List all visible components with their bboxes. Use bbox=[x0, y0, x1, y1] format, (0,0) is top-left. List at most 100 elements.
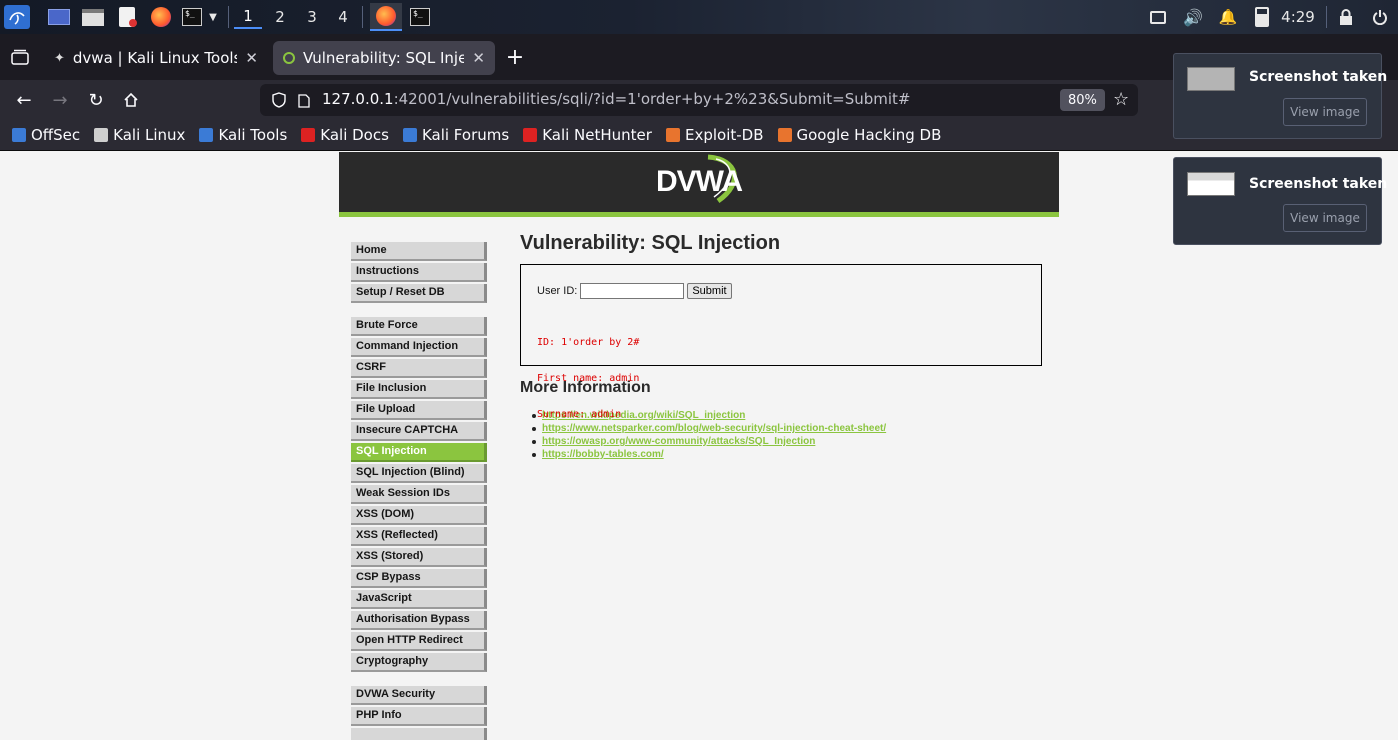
workspace-4[interactable]: 4 bbox=[329, 5, 357, 29]
screenshot-thumbnail bbox=[1187, 67, 1235, 91]
display-icon[interactable] bbox=[1146, 5, 1170, 29]
bookmark-favicon-icon bbox=[301, 128, 316, 142]
kali-menu-icon[interactable] bbox=[4, 5, 30, 29]
menu-divider bbox=[351, 674, 487, 686]
file-manager-icon[interactable] bbox=[80, 5, 106, 29]
bookmark-item[interactable]: Kali Forums bbox=[402, 126, 509, 144]
sidebar-item-instructions[interactable]: Instructions bbox=[351, 263, 487, 282]
text-editor-icon[interactable] bbox=[114, 5, 140, 29]
sidebar-item-xss-dom[interactable]: XSS (DOM) bbox=[351, 506, 487, 525]
sidebar-item-sql-injection-blind[interactable]: SQL Injection (Blind) bbox=[351, 464, 487, 483]
chevron-down-icon[interactable]: ▼ bbox=[206, 5, 220, 29]
bookmark-favicon-icon bbox=[94, 128, 109, 142]
sidebar-item-command-injection[interactable]: Command Injection bbox=[351, 338, 487, 357]
bookmark-item[interactable]: Kali Tools bbox=[199, 126, 287, 144]
list-item: https://bobby-tables.com/ bbox=[532, 448, 1045, 461]
logo-text: DVWA bbox=[656, 165, 743, 198]
bookmark-label: OffSec bbox=[31, 126, 81, 144]
sidebar-item-authorisation-bypass[interactable]: Authorisation Bypass bbox=[351, 611, 487, 630]
page-info-icon[interactable] bbox=[298, 93, 310, 112]
new-tab-plus-icon[interactable]: + bbox=[503, 45, 527, 70]
sidebar-item-dvwa-security[interactable]: DVWA Security bbox=[351, 686, 487, 705]
bookmark-label: Kali Tools bbox=[218, 126, 288, 144]
shield-icon[interactable] bbox=[272, 92, 286, 112]
sidebar-item-setup-reset-db[interactable]: Setup / Reset DB bbox=[351, 284, 487, 303]
url-path: :42001/vulnerabilities/sqli/?id=1'order+… bbox=[393, 90, 911, 108]
sidebar-item-file-inclusion[interactable]: File Inclusion bbox=[351, 380, 487, 399]
url-text[interactable]: 127.0.0.1:42001/vulnerabilities/sqli/?id… bbox=[322, 90, 911, 108]
terminal-window-icon[interactable]: $_ bbox=[406, 5, 434, 29]
bookmark-item[interactable]: Exploit-DB bbox=[665, 126, 764, 144]
bookmark-favicon-icon bbox=[523, 128, 538, 142]
sidebar-item-xss-stored[interactable]: XSS (Stored) bbox=[351, 548, 487, 567]
sidebar-item-open-http-redirect[interactable]: Open HTTP Redirect bbox=[351, 632, 487, 651]
home-icon[interactable] bbox=[119, 88, 143, 112]
query-result: ID: 1'order by 2# First name: admin Surn… bbox=[537, 313, 1025, 445]
zoom-indicator[interactable]: 80% bbox=[1060, 89, 1105, 111]
lock-icon[interactable] bbox=[1334, 5, 1358, 29]
bookmark-favicon-icon bbox=[665, 128, 680, 142]
sidebar-item-weak-session-ids[interactable]: Weak Session IDs bbox=[351, 485, 487, 504]
bookmark-item[interactable]: Kali Docs bbox=[301, 126, 389, 144]
terminal-launcher-icon[interactable]: $_ bbox=[180, 5, 204, 29]
dvwa-logo: DVWA bbox=[656, 154, 743, 204]
forward-arrow-icon[interactable]: → bbox=[48, 88, 72, 112]
bookmark-favicon-icon bbox=[402, 128, 417, 142]
bookmark-item[interactable]: Google Hacking DB bbox=[777, 126, 942, 144]
sidebar-item-sql-injection[interactable]: SQL Injection bbox=[351, 443, 487, 462]
close-icon[interactable]: ✕ bbox=[472, 49, 485, 67]
tab-sqli[interactable]: Vulnerability: SQL Injectio ✕ bbox=[273, 41, 495, 75]
bullet-icon bbox=[532, 439, 536, 444]
sidebar-item-brute-force[interactable]: Brute Force bbox=[351, 317, 487, 336]
tab-dvwa-kali-tools[interactable]: ✦ dvwa | Kali Linux Tools ✕ bbox=[44, 41, 268, 75]
sidebar-item-csrf[interactable]: CSRF bbox=[351, 359, 487, 378]
sidebar-item-insecure-captcha[interactable]: Insecure CAPTCHA bbox=[351, 422, 487, 441]
battery-icon[interactable] bbox=[1250, 5, 1274, 29]
sidebar-item-file-upload[interactable]: File Upload bbox=[351, 401, 487, 420]
bookmark-item[interactable]: Kali NetHunter bbox=[523, 126, 652, 144]
notification-screenshot-2[interactable]: Screenshot taken View image bbox=[1173, 157, 1387, 245]
reload-icon[interactable]: ↻ bbox=[84, 88, 108, 112]
view-image-button[interactable]: View image bbox=[1283, 204, 1367, 232]
show-desktop-icon[interactable] bbox=[46, 5, 72, 29]
bullet-icon bbox=[532, 426, 536, 431]
workspace-1[interactable]: 1 bbox=[234, 5, 262, 29]
notification-screenshot-1[interactable]: Screenshot taken View image bbox=[1173, 53, 1387, 139]
bookmark-item[interactable]: OffSec bbox=[12, 126, 80, 144]
sidebar-item-csp-bypass[interactable]: CSP Bypass bbox=[351, 569, 487, 588]
firefox-launcher-icon[interactable] bbox=[148, 5, 174, 29]
notification-title: Screenshot taken bbox=[1249, 176, 1388, 192]
sidebar-item-xss-reflected[interactable]: XSS (Reflected) bbox=[351, 527, 487, 546]
vulnerable-code-area: User ID: Submit ID: 1'order by 2# First … bbox=[520, 264, 1042, 420]
workspace-2[interactable]: 2 bbox=[266, 5, 294, 29]
sidebar-item-partial[interactable] bbox=[351, 728, 487, 740]
volume-icon[interactable]: 🔊 bbox=[1181, 5, 1205, 29]
screenshot-thumbnail bbox=[1187, 172, 1235, 196]
sidebar-item-cryptography[interactable]: Cryptography bbox=[351, 653, 487, 672]
bookmark-label: Google Hacking DB bbox=[796, 126, 942, 144]
user-id-input[interactable] bbox=[580, 283, 685, 299]
close-icon[interactable]: ✕ bbox=[245, 49, 258, 67]
bullet-icon bbox=[532, 452, 536, 457]
url-bar[interactable]: 127.0.0.1:42001/vulnerabilities/sqli/?id… bbox=[260, 84, 1138, 116]
workspace-3[interactable]: 3 bbox=[298, 5, 326, 29]
firefox-view-icon[interactable] bbox=[8, 45, 32, 69]
sidebar-item-php-info[interactable]: PHP Info bbox=[351, 707, 487, 726]
clock[interactable]: 4:29 bbox=[1280, 5, 1316, 29]
notification-title: Screenshot taken bbox=[1249, 69, 1388, 85]
view-image-button[interactable]: View image bbox=[1283, 98, 1367, 126]
sidebar-item-javascript[interactable]: JavaScript bbox=[351, 590, 487, 609]
dvwa-header: DVWA bbox=[339, 152, 1059, 217]
bookmark-label: Exploit-DB bbox=[684, 126, 764, 144]
submit-button[interactable]: Submit bbox=[687, 283, 732, 299]
power-icon[interactable] bbox=[1368, 5, 1392, 29]
bookmark-star-icon[interactable]: ☆ bbox=[1113, 89, 1129, 110]
notification-bell-icon[interactable]: 🔔 bbox=[1216, 5, 1240, 29]
firefox-window-icon[interactable] bbox=[370, 3, 402, 31]
back-arrow-icon[interactable]: ← bbox=[12, 88, 36, 112]
bookmark-item[interactable]: Kali Linux bbox=[94, 126, 185, 144]
dvwa-container: DVWA Home Instructions Setup / Reset DB Bru… bbox=[339, 152, 1059, 740]
reference-link[interactable]: https://bobby-tables.com/ bbox=[542, 448, 664, 461]
menu-divider bbox=[351, 305, 487, 317]
sidebar-item-home[interactable]: Home bbox=[351, 242, 487, 261]
